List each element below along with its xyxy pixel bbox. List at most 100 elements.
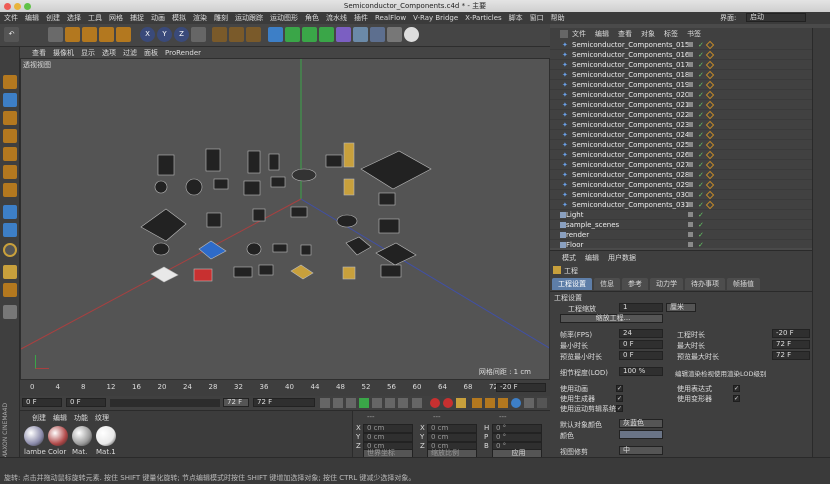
protection-tag-icon[interactable] xyxy=(705,120,715,129)
enabled-check-icon[interactable]: ✓ xyxy=(698,101,704,109)
subdivision-icon[interactable] xyxy=(302,27,317,42)
object-row[interactable]: ✦ Semiconductor_Components_028 ✓ xyxy=(550,170,812,180)
attribute-tab[interactable]: 参考 xyxy=(622,278,648,290)
protection-tag-icon[interactable] xyxy=(705,70,715,79)
menu-item[interactable]: 帮助 xyxy=(551,13,565,23)
object-row[interactable]: ✦ Semiconductor_Components_018 ✓ xyxy=(550,70,812,80)
menu-item[interactable]: 动画 xyxy=(151,13,165,23)
start-frame-field[interactable]: 0 F xyxy=(66,398,106,407)
enabled-check-icon[interactable]: ✓ xyxy=(698,71,704,79)
object-row[interactable]: ✦ Semiconductor_Components_017 ✓ xyxy=(550,60,812,70)
light-icon[interactable] xyxy=(404,27,419,42)
visibility-toggle[interactable] xyxy=(688,52,693,57)
object-row[interactable]: ✦ Semiconductor_Components_022 ✓ xyxy=(550,110,812,120)
minimize-window-button[interactable] xyxy=(14,3,21,10)
close-window-button[interactable] xyxy=(4,3,11,10)
protection-tag-icon[interactable] xyxy=(705,190,715,199)
enabled-check-icon[interactable]: ✓ xyxy=(698,131,704,139)
option-checkbox[interactable]: ✓ xyxy=(733,385,740,392)
undo-icon[interactable]: ↶ xyxy=(4,27,19,42)
attribute-menu-item[interactable]: 用户数据 xyxy=(608,253,636,263)
enabled-check-icon[interactable]: ✓ xyxy=(698,91,704,99)
viewport-menu-item[interactable]: 显示 xyxy=(81,48,95,58)
menu-item[interactable]: 捕捉 xyxy=(130,13,144,23)
deformer-icon[interactable] xyxy=(336,27,351,42)
keyframe-selection-icon[interactable] xyxy=(456,398,466,408)
menu-item[interactable]: 文件 xyxy=(4,13,18,23)
object-row[interactable]: Floor ✓ xyxy=(550,240,812,248)
max-time-field[interactable]: 72 F xyxy=(772,340,810,349)
play-icon[interactable] xyxy=(359,398,369,408)
material-swatch[interactable] xyxy=(96,426,116,446)
menu-item[interactable]: 窗口 xyxy=(530,13,544,23)
protection-tag-icon[interactable] xyxy=(705,110,715,119)
z-axis-lock-icon[interactable]: Z xyxy=(174,27,189,42)
timeline-ruler[interactable]: 0 4 8 12 16 20 24 28 32 36 40 44 48 52 56 60 64 68 72 -20 … xyxy=(20,380,550,396)
attribute-tab[interactable]: 动力学 xyxy=(650,278,683,290)
enabled-check-icon[interactable]: ✓ xyxy=(698,141,704,149)
attribute-menu-item[interactable]: 编辑 xyxy=(585,253,599,263)
viewport-menu-item[interactable]: 面板 xyxy=(144,48,158,58)
lod-field[interactable]: 100 % xyxy=(619,367,663,376)
enabled-check-icon[interactable]: ✓ xyxy=(698,121,704,129)
visibility-toggle[interactable] xyxy=(688,122,693,127)
scale-project-button[interactable]: 缩放工程... xyxy=(560,314,663,323)
render-picture-viewer-icon[interactable] xyxy=(229,27,244,42)
y-axis-lock-icon[interactable]: Y xyxy=(157,27,172,42)
visibility-toggle[interactable] xyxy=(688,142,693,147)
camera-icon[interactable] xyxy=(370,27,385,42)
object-row[interactable]: ✦ Semiconductor_Components_026 ✓ xyxy=(550,150,812,160)
menu-item[interactable]: 运动跟踪 xyxy=(235,13,263,23)
rotation-key-icon[interactable] xyxy=(498,398,508,408)
enabled-check-icon[interactable]: ✓ xyxy=(698,171,704,179)
enabled-check-icon[interactable]: ✓ xyxy=(698,191,704,199)
object-row[interactable]: ✦ Semiconductor_Components_029 ✓ xyxy=(550,180,812,190)
loop-icon[interactable] xyxy=(412,398,422,408)
floor-icon[interactable] xyxy=(353,27,368,42)
current-frame-field[interactable]: 0 F xyxy=(22,398,62,407)
pen-spline-icon[interactable] xyxy=(285,27,300,42)
fps-field[interactable]: 24 xyxy=(619,329,663,338)
object-row[interactable]: ✦ Semiconductor_Components_031 ✓ xyxy=(550,200,812,210)
coordinate-system-icon[interactable] xyxy=(191,27,206,42)
record-icon[interactable] xyxy=(430,398,440,408)
option-checkbox[interactable]: ✓ xyxy=(733,395,740,402)
menu-item[interactable]: 脚本 xyxy=(509,13,523,23)
position-field[interactable]: 0 cm xyxy=(363,433,413,442)
viewport-menu-item[interactable]: 摄像机 xyxy=(53,48,74,58)
object-row[interactable]: ✦ Semiconductor_Components_015 ✓ xyxy=(550,40,812,50)
object-row[interactable]: ✦ Semiconductor_Components_027 ✓ xyxy=(550,160,812,170)
object-row[interactable]: render ✓ xyxy=(550,230,812,240)
visibility-toggle[interactable] xyxy=(688,102,693,107)
live-select-icon[interactable] xyxy=(48,27,63,42)
render-view-icon[interactable] xyxy=(212,27,227,42)
recent-tool-icon[interactable] xyxy=(116,27,131,42)
attribute-tab[interactable]: 帧插值 xyxy=(727,278,760,290)
protection-tag-icon[interactable] xyxy=(705,100,715,109)
visibility-toggle[interactable] xyxy=(688,72,693,77)
enabled-check-icon[interactable]: ✓ xyxy=(698,181,704,189)
snap-icon[interactable] xyxy=(3,243,17,257)
attribute-tab[interactable]: 工程设置 xyxy=(552,278,592,290)
render-settings-icon[interactable] xyxy=(246,27,261,42)
color-swatch[interactable] xyxy=(619,430,663,439)
protection-tag-icon[interactable] xyxy=(705,170,715,179)
visibility-toggle[interactable] xyxy=(688,162,693,167)
edges-mode-icon[interactable] xyxy=(3,165,17,179)
menu-item[interactable]: 插件 xyxy=(354,13,368,23)
protection-tag-icon[interactable] xyxy=(705,150,715,159)
enabled-check-icon[interactable]: ✓ xyxy=(698,41,704,49)
menu-item[interactable]: 渲染 xyxy=(193,13,207,23)
object-manager-menu-item[interactable]: 书签 xyxy=(687,29,701,39)
menu-item[interactable]: 选择 xyxy=(67,13,81,23)
cube-icon[interactable] xyxy=(268,27,283,42)
object-manager-menu-item[interactable]: 查看 xyxy=(618,29,632,39)
option-checkbox[interactable]: ✓ xyxy=(616,395,623,402)
protection-tag-icon[interactable] xyxy=(705,60,715,69)
menu-item[interactable]: 流水线 xyxy=(326,13,347,23)
protection-tag-icon[interactable] xyxy=(705,200,715,209)
perspective-viewport[interactable]: 透视视图 网格间距: 1 cm xyxy=(20,58,550,380)
visibility-toggle[interactable] xyxy=(688,182,693,187)
axis-mode-icon[interactable] xyxy=(3,205,17,219)
enabled-check-icon[interactable]: ✓ xyxy=(698,161,704,169)
